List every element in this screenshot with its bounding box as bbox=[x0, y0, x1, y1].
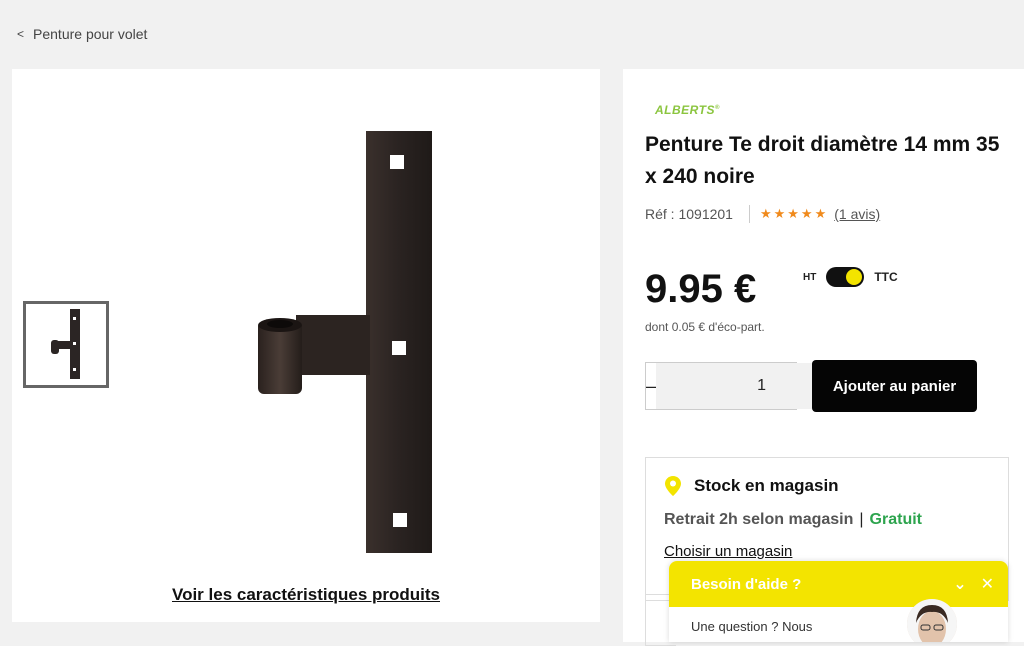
product-price: 9.95 € bbox=[645, 267, 757, 311]
product-panel: ALBERTS® Penture Te droit diamètre 14 mm… bbox=[623, 69, 1024, 646]
tax-toggle-group: HT TTC bbox=[803, 267, 898, 287]
tax-ht-label: HT bbox=[803, 271, 817, 283]
product-title: Penture Te droit diamètre 14 mm 35 x 240… bbox=[645, 133, 1000, 188]
toggle-knob bbox=[846, 269, 863, 285]
decrease-quantity-button[interactable]: – bbox=[646, 363, 656, 409]
see-specs-link[interactable]: Voir les caractéristiques produits bbox=[12, 585, 600, 605]
product-gallery: Voir les caractéristiques produits bbox=[12, 69, 600, 622]
location-pin-icon bbox=[665, 476, 681, 496]
help-widget[interactable]: Besoin d'aide ? ⌄ ✕ Une question ? Nous bbox=[669, 561, 1008, 642]
stock-header: Stock en magasin bbox=[664, 475, 839, 497]
eco-participation: dont 0.05 € d'éco-part. bbox=[645, 320, 765, 334]
brand-logo[interactable]: ALBERTS® bbox=[655, 103, 720, 117]
tax-toggle[interactable] bbox=[826, 267, 865, 287]
quantity-stepper: – + bbox=[645, 362, 878, 410]
tax-ttc-label: TTC bbox=[874, 270, 898, 284]
choose-store-link[interactable]: Choisir un magasin bbox=[664, 543, 792, 560]
pickup-separator: | bbox=[859, 511, 864, 528]
reviews-link[interactable]: (1 avis) bbox=[834, 206, 880, 222]
help-body: Une question ? Nous bbox=[691, 619, 813, 634]
breadcrumb-label: Penture pour volet bbox=[33, 26, 148, 42]
add-to-cart-button[interactable]: Ajouter au panier bbox=[812, 360, 977, 412]
ref-row: Réf : 1091201 ★★★★★ (1 avis) bbox=[645, 205, 880, 223]
thumbnail-image[interactable] bbox=[23, 301, 109, 388]
product-image bbox=[258, 131, 432, 553]
help-header[interactable]: Besoin d'aide ? ⌄ ✕ bbox=[669, 561, 1008, 607]
pickup-text: Retrait 2h selon magasin bbox=[664, 511, 854, 528]
stock-title: Stock en magasin bbox=[694, 476, 839, 495]
stock-subline: Retrait 2h selon magasin | Gratuit bbox=[664, 511, 922, 529]
breadcrumb[interactable]: < Penture pour volet bbox=[17, 26, 147, 42]
rating-stars-icon: ★★★★★ bbox=[759, 206, 829, 221]
help-title: Besoin d'aide ? bbox=[691, 575, 802, 593]
close-icon[interactable]: ✕ bbox=[981, 574, 994, 594]
divider bbox=[748, 205, 750, 223]
chevron-left-icon: < bbox=[17, 27, 25, 41]
free-badge: Gratuit bbox=[869, 511, 922, 528]
product-ref: Réf : 1091201 bbox=[645, 206, 733, 222]
agent-avatar bbox=[907, 599, 957, 642]
chevron-down-icon[interactable]: ⌄ bbox=[953, 574, 966, 594]
